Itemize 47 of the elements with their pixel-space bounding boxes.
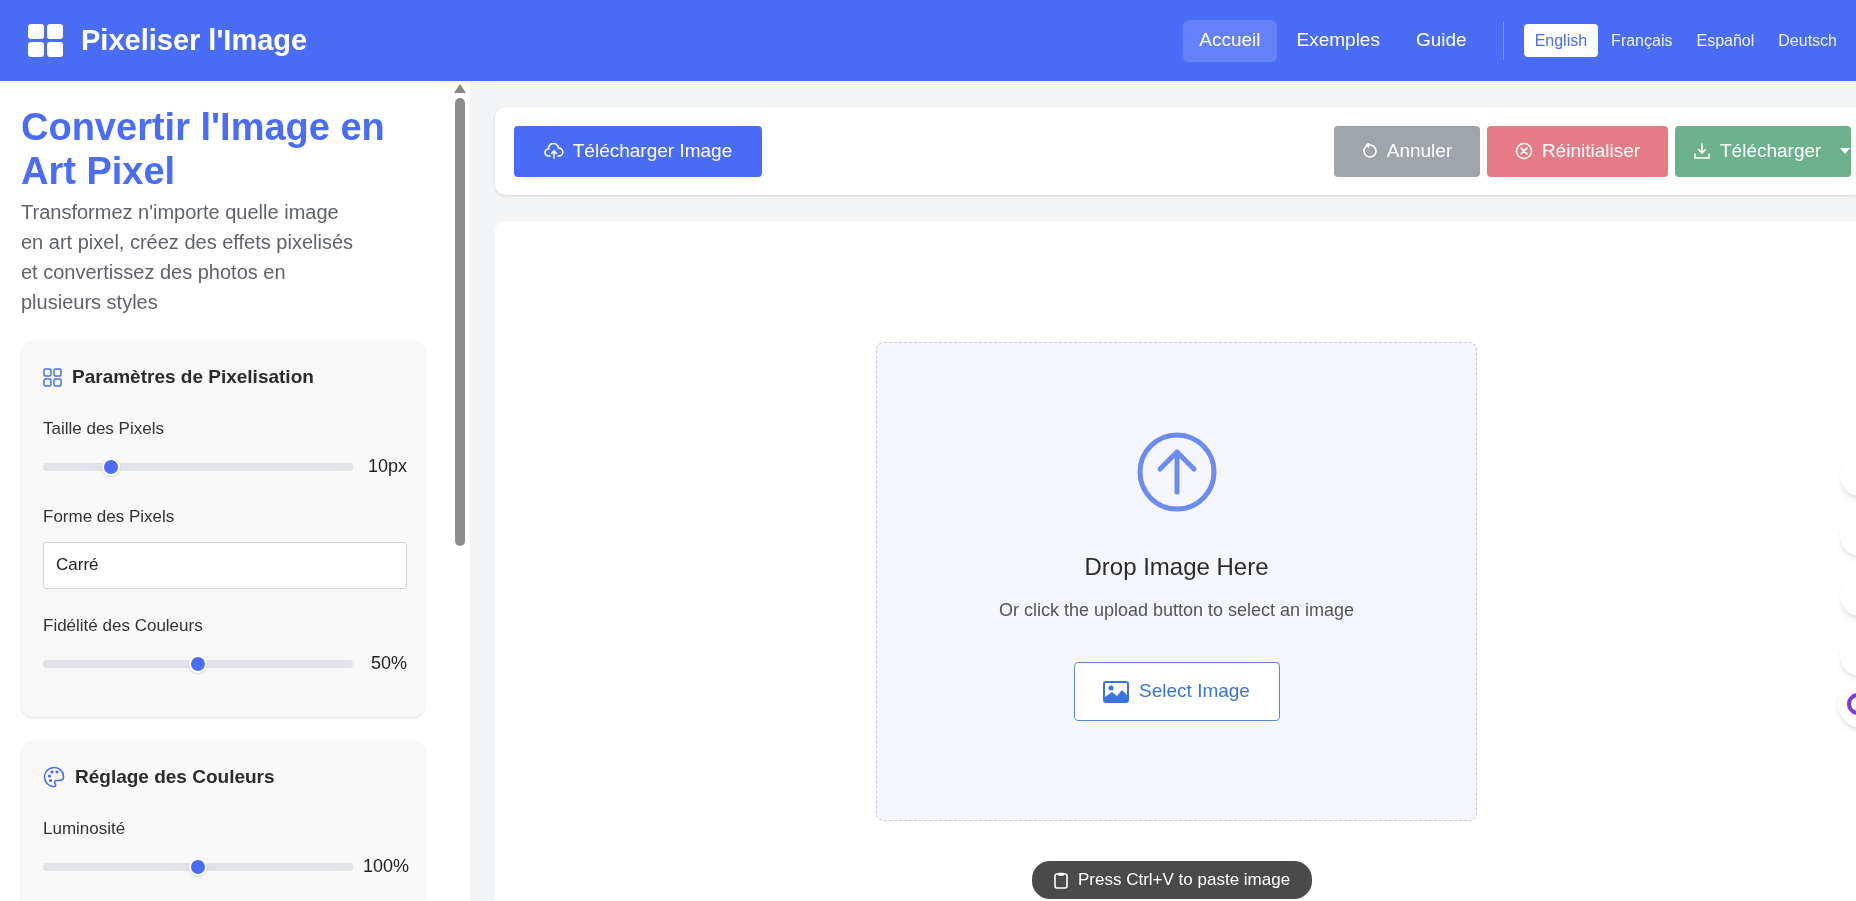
slider-value: 100% [363, 855, 407, 878]
slider[interactable] [43, 856, 353, 877]
language-option[interactable]: Español [1685, 24, 1766, 57]
slider[interactable] [43, 456, 353, 477]
drop-subtitle: Or click the upload button to select an image [998, 599, 1355, 622]
panel-heading: Réglage des Couleurs [75, 765, 275, 789]
slider-thumb[interactable] [102, 457, 121, 476]
undo-icon [1361, 143, 1378, 159]
language-option[interactable]: Deutsch [1767, 24, 1848, 57]
page-heading: Convertir l'Image en Art Pixel [21, 105, 386, 193]
slider-value: 10px [366, 455, 407, 478]
page-description: Transformez n'importe quelle image en art pixel, créez des effets pixelisés et convertissez des photos en plusieurs styles [21, 200, 355, 315]
close-circle-icon [1514, 142, 1533, 160]
download-button[interactable]: Télécharger [1675, 125, 1851, 177]
field-label: Taille des Pixels [43, 417, 165, 440]
language-option[interactable]: Français [1600, 24, 1684, 57]
field-label: Forme des Pixels [43, 506, 176, 528]
scroll-up-icon[interactable] [454, 84, 466, 93]
nav-link[interactable]: Accueil [1183, 19, 1277, 62]
slider-thumb[interactable] [189, 654, 207, 673]
upload-button[interactable]: Télécharger Image [514, 125, 762, 177]
palette-icon [43, 766, 65, 789]
site-title: Pixeliser l'Image [81, 22, 308, 58]
clipboard-icon [1054, 871, 1068, 889]
nav-link[interactable]: Guide [1399, 19, 1483, 62]
image-icon [1103, 680, 1130, 703]
caret-icon [1840, 148, 1851, 154]
field-label: Luminosité [43, 817, 127, 840]
slider-value: 50% [369, 652, 407, 675]
logo-icon [28, 23, 64, 58]
reset-button[interactable]: Réinitialiser [1487, 125, 1668, 177]
drop-title: Drop Image Here [1084, 552, 1269, 582]
slider[interactable] [43, 653, 353, 674]
drop-zone[interactable]: Drop Image Here Or click the upload button to select an image Select Image [876, 342, 1477, 821]
shape-select[interactable]: Carré [43, 541, 407, 589]
grid-icon [43, 367, 62, 387]
download-icon [1693, 142, 1711, 160]
slider-thumb[interactable] [189, 857, 207, 876]
scrollbar-thumb[interactable] [455, 98, 465, 546]
language-option[interactable]: English [1523, 24, 1599, 57]
undo-button[interactable]: Annuler [1334, 125, 1480, 177]
select-image-button[interactable]: Select Image [1073, 662, 1280, 721]
field-label: Fidélité des Couleurs [43, 614, 204, 637]
cloud-upload-icon [543, 143, 564, 159]
nav-link[interactable]: Exemples [1280, 19, 1396, 62]
panel-heading: Paramètres de Pixelisation [72, 365, 314, 389]
paste-hint-toast: Press Ctrl+V to paste image [1032, 861, 1313, 899]
